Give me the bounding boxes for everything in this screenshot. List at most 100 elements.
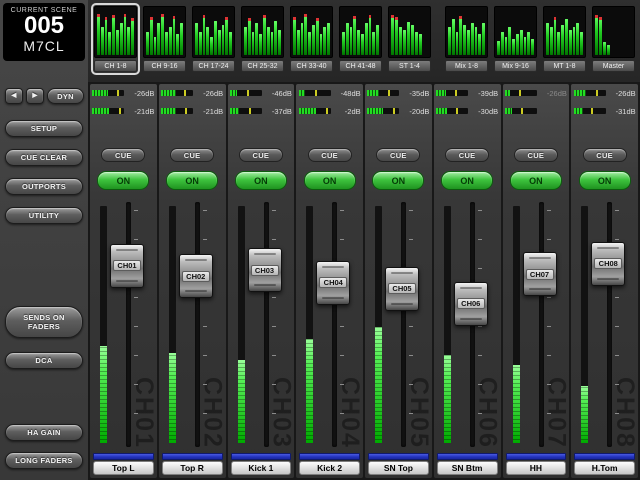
channel-on-button[interactable]: ON <box>235 171 287 190</box>
fader-cap[interactable]: CH06 <box>454 282 488 326</box>
tab-ch-25-32[interactable]: CH 25-32 <box>238 3 287 75</box>
mini-meter-bar <box>101 27 104 55</box>
mini-meter-bar <box>248 18 251 55</box>
mini-meter-bar <box>471 23 474 55</box>
tab-ch-9-16[interactable]: CH 9-16 <box>140 3 189 75</box>
fader-cap[interactable]: CH01 <box>110 244 144 288</box>
input-meter <box>161 90 193 96</box>
bank-prev-button[interactable]: ◀ <box>5 88 23 104</box>
bank-next-button[interactable]: ▶ <box>26 88 44 104</box>
setup-button[interactable]: SETUP <box>5 120 83 137</box>
channel-name[interactable]: H.Tom <box>574 461 635 475</box>
cue-button[interactable]: CUE <box>239 148 283 162</box>
tab-meter-bridge <box>339 6 382 58</box>
meter-peak-indicator <box>117 90 119 96</box>
outports-button[interactable]: OUTPORTS <box>5 178 83 195</box>
tab-label: CH 33-40 <box>290 60 333 72</box>
channel-name[interactable]: Top R <box>162 461 223 475</box>
cue-button[interactable]: CUE <box>583 148 627 162</box>
channel-level-meter <box>444 206 451 443</box>
tab-ch-33-40[interactable]: CH 33-40 <box>287 3 336 75</box>
mini-meter-bar <box>263 15 266 55</box>
input-level-readout: -46dB <box>272 89 292 98</box>
meter-fill <box>367 90 378 96</box>
tab-ch-1-8[interactable]: CH 1-8 <box>91 3 140 75</box>
fader-track[interactable] <box>401 202 406 447</box>
tab-label: CH 17-24 <box>192 60 235 72</box>
channel-name[interactable]: Top L <box>93 461 154 475</box>
mini-meter-bar <box>561 25 564 55</box>
mini-meter-bar <box>448 27 451 55</box>
cue-button[interactable]: CUE <box>170 148 214 162</box>
long-faders-button[interactable]: LONG FADERS <box>5 452 83 469</box>
input-meter-row: -48dB <box>299 89 361 97</box>
channel-name[interactable]: HH <box>506 461 567 475</box>
cue-button[interactable]: CUE <box>308 148 352 162</box>
tab-mix-1-8[interactable]: Mix 1-8 <box>442 3 491 75</box>
channel-on-button[interactable]: ON <box>166 171 218 190</box>
cue-button[interactable]: CUE <box>101 148 145 162</box>
channel-on-button[interactable]: ON <box>510 171 562 190</box>
input-meter <box>505 90 537 96</box>
cue-button[interactable]: CUE <box>445 148 489 162</box>
fader-cap[interactable]: CH03 <box>248 248 282 292</box>
tab-ch-17-24[interactable]: CH 17-24 <box>189 3 238 75</box>
tab-mix-9-16[interactable]: Mix 9-16 <box>491 3 540 75</box>
fader-cap[interactable]: CH07 <box>523 252 557 296</box>
fader-cap[interactable]: CH05 <box>385 267 419 311</box>
channel-on-button[interactable]: ON <box>97 171 149 190</box>
mini-meter-bar <box>180 23 183 55</box>
channel-on-button[interactable]: ON <box>441 171 493 190</box>
mini-meter-bar <box>361 34 364 55</box>
input-meter-row: -35dB <box>367 89 429 97</box>
cue-button[interactable]: CUE <box>376 148 420 162</box>
channel-name[interactable]: SN Btm <box>437 461 498 475</box>
tab-mt-1-8[interactable]: MT 1-8 <box>540 3 589 75</box>
output-meter <box>299 108 331 114</box>
fader-zone: CH06 CH06 <box>434 198 501 451</box>
mini-meter-bar <box>369 15 372 55</box>
channel-name[interactable]: SN Top <box>368 461 429 475</box>
dyn-button[interactable]: DYN <box>47 88 84 104</box>
cue-button[interactable]: CUE <box>514 148 558 162</box>
channel-name[interactable]: Kick 2 <box>299 461 360 475</box>
utility-button[interactable]: UTILITY <box>5 207 83 224</box>
channel-level-meter <box>306 206 313 443</box>
meter-peak-indicator <box>591 108 593 114</box>
mini-meter-bar <box>565 19 568 55</box>
fader-cap[interactable]: CH08 <box>591 242 625 286</box>
console-model: M7CL <box>3 38 85 54</box>
tab-master[interactable]: Master <box>589 3 638 75</box>
tab-meter-bridge <box>241 6 284 58</box>
mini-meter-bar <box>546 23 549 55</box>
mini-meter-bar <box>580 32 583 55</box>
mini-meter-bar <box>105 17 108 55</box>
dca-button[interactable]: DCA <box>5 352 83 369</box>
mini-meter-bar <box>452 19 455 55</box>
channel-name[interactable]: Kick 1 <box>231 461 292 475</box>
channel-on-button[interactable]: ON <box>579 171 631 190</box>
mini-meter-bar <box>229 32 232 55</box>
tab-label: CH 9-16 <box>143 60 186 72</box>
fader-track[interactable] <box>126 202 131 447</box>
sends-on-faders-button[interactable]: SENDS ON FADERS <box>5 306 83 338</box>
fader-track[interactable] <box>264 202 269 447</box>
fader-track[interactable] <box>539 202 544 447</box>
channel-on-button[interactable]: ON <box>304 171 356 190</box>
mini-meter-bar <box>267 27 270 55</box>
input-level-readout: -26dB <box>203 89 223 98</box>
channel-on-button[interactable]: ON <box>372 171 424 190</box>
fader-track[interactable] <box>195 202 200 447</box>
pan-indicator-bar <box>506 453 567 460</box>
fader-cap[interactable]: CH02 <box>179 254 213 298</box>
fader-cap[interactable]: CH04 <box>316 261 350 305</box>
tab-ch-41-48[interactable]: CH 41-48 <box>336 3 385 75</box>
fader-track[interactable] <box>332 202 337 447</box>
cue-clear-button[interactable]: CUE CLEAR <box>5 149 83 166</box>
bank-nav-row: ◀ ▶ DYN <box>5 88 84 104</box>
ha-gain-button[interactable]: HA GAIN <box>5 424 83 441</box>
fader-track[interactable] <box>607 202 612 447</box>
output-level-readout: -2dB <box>345 107 361 116</box>
tab-st-1-4[interactable]: ST 1-4 <box>385 3 434 75</box>
input-level-readout: -48dB <box>341 89 361 98</box>
